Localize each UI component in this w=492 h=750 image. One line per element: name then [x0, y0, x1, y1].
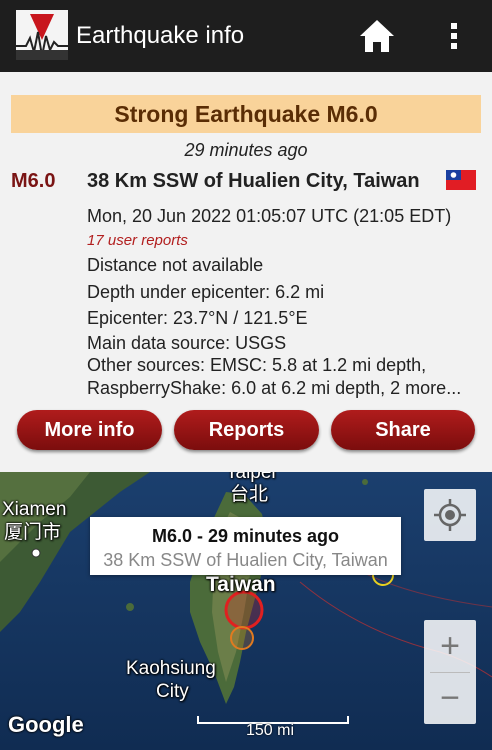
zoom-in-button[interactable]: + — [424, 620, 476, 672]
map-label-kaohsiung: Kaohsiung — [126, 658, 216, 679]
reports-button[interactable]: Reports — [174, 410, 319, 450]
user-reports-count[interactable]: 17 user reports — [87, 231, 188, 251]
map-label-kaohsiung-city: City — [156, 681, 189, 702]
map-label-taiwan: Taiwan — [206, 573, 276, 596]
event-datetime: Mon, 20 Jun 2022 01:05:07 UTC (21:05 EDT… — [87, 206, 452, 226]
event-other-sources: Other sources: EMSC: 5.8 at 1.2 mi depth… — [87, 355, 427, 375]
map-info-callout[interactable]: M6.0 - 29 minutes ago 38 Km SSW of Huali… — [90, 517, 401, 575]
app-bar: Earthquake info — [0, 0, 492, 72]
map-label-xiamen-zh: 厦门市 — [4, 522, 62, 543]
map-label-taipei: Taipei — [226, 472, 276, 483]
my-location-button[interactable] — [424, 489, 476, 541]
app-title: Earthquake info — [76, 22, 245, 49]
event-place: 38 Km SSW of Hualien City, Taiwan — [87, 170, 420, 192]
google-logo: Google — [8, 712, 84, 737]
map-scale-label: 150 mi — [246, 722, 295, 739]
zoom-out-button[interactable]: − — [424, 672, 476, 724]
quake-marker-main — [224, 590, 264, 630]
event-depth: Depth under epicenter: 6.2 mi — [87, 282, 325, 302]
more-info-button[interactable]: More info — [17, 410, 162, 450]
callout-subtitle: 38 Km SSW of Hualien City, Taiwan — [103, 550, 388, 570]
home-icon[interactable] — [358, 18, 396, 54]
callout-title: M6.0 - 29 minutes ago — [151, 526, 340, 546]
satellite-map — [0, 472, 492, 750]
map-label-taipei-zh: 台北 — [230, 484, 269, 505]
event-epicenter: Epicenter: 23.7°N / 121.5°E — [87, 308, 308, 328]
event-main-source: Main data source: USGS — [87, 333, 287, 353]
event-magnitude: M6.0 — [11, 170, 56, 192]
taiwan-flag-icon — [446, 170, 476, 190]
more-vert-icon[interactable] — [442, 18, 466, 54]
map-view[interactable]: Taipei 台北 Xiamen 厦门市 Taiwan Kaohsiung Ci… — [0, 472, 492, 750]
quake-marker-secondary — [230, 626, 254, 650]
event-time-ago: 29 minutes ago — [184, 140, 308, 160]
event-other-sources-more[interactable]: RaspberryShake: 6.0 at 6.2 mi depth, 2 m… — [87, 377, 461, 399]
event-distance: Distance not available — [87, 255, 264, 275]
event-headline: Strong Earthquake M6.0 — [11, 95, 481, 133]
seismograph-logo-icon — [16, 10, 68, 60]
map-label-xiamen: Xiamen — [2, 499, 67, 520]
zoom-controls: + − — [424, 620, 476, 724]
my-location-icon — [434, 499, 466, 531]
share-button[interactable]: Share — [331, 410, 475, 450]
